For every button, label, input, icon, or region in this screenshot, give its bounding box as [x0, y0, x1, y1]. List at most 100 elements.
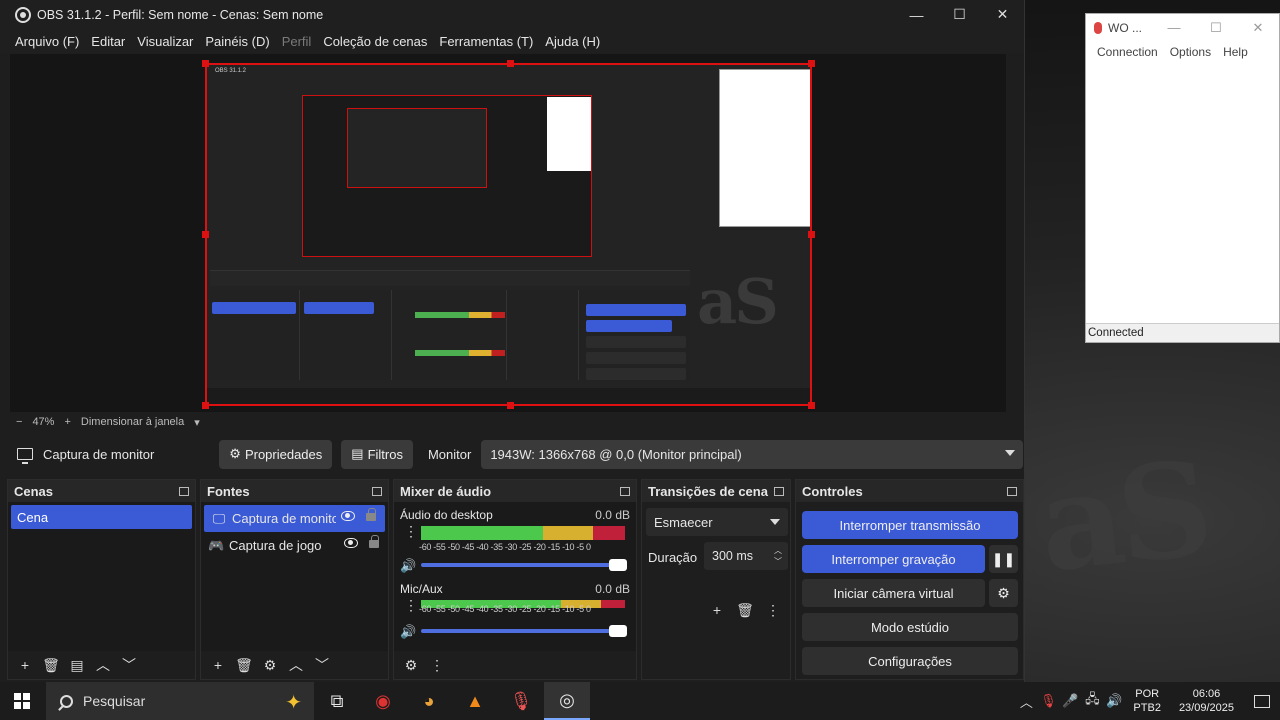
resize-handle[interactable]: [202, 60, 209, 67]
scene-item[interactable]: Cena: [11, 505, 192, 529]
language-indicator[interactable]: POR PTB2: [1133, 687, 1161, 715]
microphone-app-icon[interactable]: 🎙: [498, 682, 544, 720]
resize-handle[interactable]: [507, 60, 514, 67]
trash-icon[interactable]: 🗑: [233, 654, 255, 676]
lock-icon[interactable]: [369, 535, 379, 548]
filters-button[interactable]: ▤ Filtros: [341, 439, 413, 469]
maximize-button[interactable]: ☐: [938, 0, 981, 29]
menu-ajuda[interactable]: Ajuda (H): [539, 34, 606, 49]
speaker-icon[interactable]: 🔊: [1103, 693, 1125, 709]
menu-paineis[interactable]: Painéis (D): [199, 34, 275, 49]
stop-record-button[interactable]: Interromper gravação: [802, 545, 985, 573]
undock-icon[interactable]: [1007, 486, 1017, 496]
resize-handle[interactable]: [507, 402, 514, 409]
zoom-mode-select[interactable]: Dimensionar à janela: [81, 416, 184, 428]
trash-icon[interactable]: 🗑: [734, 599, 756, 621]
lock-icon[interactable]: [366, 508, 376, 521]
mixer-body: Áudio do desktop 0.0 dB ⋮ -60 -55 -50 -4…: [394, 502, 636, 651]
menu-arquivo[interactable]: Arquivo (F): [9, 34, 85, 49]
pause-icon[interactable]: ❚❚: [989, 545, 1018, 573]
move-down-icon[interactable]: ﹀: [118, 654, 140, 676]
clock[interactable]: 06:06 23/09/2025: [1179, 687, 1234, 715]
slider-handle[interactable]: [609, 559, 627, 571]
menu-connection[interactable]: Connection: [1091, 45, 1164, 59]
preview-source-selection[interactable]: OBS 31.1.2 aS: [202, 60, 815, 409]
eye-icon[interactable]: [341, 511, 355, 521]
menu-ferramentas[interactable]: Ferramentas (T): [433, 34, 539, 49]
controls-dock: Controles Interromper transmissão Interr…: [795, 479, 1024, 680]
minimize-button[interactable]: —: [895, 0, 938, 29]
resize-handle[interactable]: [808, 231, 815, 238]
volume-slider[interactable]: [421, 559, 627, 571]
filters-label: Filtros: [367, 446, 403, 462]
spin-arrows-icon[interactable]: ︿ ﹀: [774, 545, 782, 567]
move-down-icon[interactable]: ﹀: [311, 654, 333, 676]
resize-handle[interactable]: [808, 60, 815, 67]
close-button[interactable]: ✕: [1237, 20, 1279, 36]
mixer-title: Mixer de áudio: [400, 483, 492, 499]
trash-icon[interactable]: 🗑: [40, 654, 62, 676]
obs-taskbar-icon[interactable]: ◎: [544, 682, 590, 720]
zoom-out-button[interactable]: −: [16, 416, 22, 428]
add-icon[interactable]: +: [706, 599, 728, 621]
move-up-icon[interactable]: ︿: [92, 654, 114, 676]
more-options-icon[interactable]: ⋮: [404, 524, 418, 538]
resize-handle[interactable]: [202, 402, 209, 409]
start-virtual-camera-button[interactable]: Iniciar câmera virtual: [802, 579, 985, 607]
resize-handle[interactable]: [808, 402, 815, 409]
chrome-icon[interactable]: ◕: [406, 682, 452, 720]
transition-select[interactable]: Esmaecer: [646, 508, 788, 536]
add-icon[interactable]: +: [14, 654, 36, 676]
zoom-in-button[interactable]: +: [64, 416, 70, 428]
resize-handle[interactable]: [202, 231, 209, 238]
notification-icon[interactable]: [1244, 694, 1280, 708]
taskbar-search[interactable]: Pesquisar ✦: [46, 682, 314, 720]
slider-handle[interactable]: [609, 625, 627, 637]
microphone-icon[interactable]: 🎙: [1037, 693, 1059, 709]
chevron-down-icon[interactable]: ▾: [194, 416, 200, 429]
filter-icon[interactable]: ▤: [66, 654, 88, 676]
close-button[interactable]: ✕: [981, 0, 1024, 29]
volume-slider[interactable]: [421, 625, 627, 637]
orange-app-icon[interactable]: ▲: [452, 682, 498, 720]
more-options-icon[interactable]: ⋮: [762, 599, 784, 621]
settings-button[interactable]: Configurações: [802, 647, 1018, 675]
network-icon[interactable]: 🖧: [1081, 690, 1103, 712]
more-options-icon[interactable]: ⋮: [404, 598, 418, 612]
menu-colecao-cenas[interactable]: Coleção de cenas: [317, 34, 433, 49]
source-item-monitor[interactable]: 🖵 Captura de monitor: [204, 505, 385, 532]
studio-mode-button[interactable]: Modo estúdio: [802, 613, 1018, 641]
gear-icon[interactable]: ⚙: [989, 579, 1018, 607]
undock-icon[interactable]: [774, 486, 784, 496]
menu-editar[interactable]: Editar: [85, 34, 131, 49]
add-icon[interactable]: +: [207, 654, 229, 676]
undock-icon[interactable]: [372, 486, 382, 496]
menu-options[interactable]: Options: [1164, 45, 1217, 59]
menu-help[interactable]: Help: [1217, 45, 1254, 59]
transitions-body: Esmaecer Duração 300 ms ︿ ﹀ + 🗑 ⋮: [642, 502, 790, 679]
stop-stream-button[interactable]: Interromper transmissão: [802, 511, 1018, 539]
speaker-icon[interactable]: 🔊: [400, 624, 416, 640]
minimize-button[interactable]: —: [1153, 20, 1195, 36]
mic-icon[interactable]: 🎤: [1059, 693, 1081, 709]
eye-icon[interactable]: [344, 538, 358, 548]
more-options-icon[interactable]: ⋮: [426, 654, 448, 676]
menu-perfil[interactable]: Perfil: [276, 34, 318, 49]
speaker-icon[interactable]: 🔊: [400, 558, 416, 574]
chevron-up-icon[interactable]: ︿: [1015, 692, 1037, 711]
menu-visualizar[interactable]: Visualizar: [131, 34, 199, 49]
record-app-icon[interactable]: ◉: [360, 682, 406, 720]
move-up-icon[interactable]: ︿: [285, 654, 307, 676]
wallpaper-graffiti: aS: [1032, 431, 1214, 602]
properties-button[interactable]: ⚙ Propriedades: [219, 439, 333, 469]
duration-spinbox[interactable]: 300 ms ︿ ﹀: [704, 542, 788, 570]
mixer-settings-icon[interactable]: ⚙: [400, 654, 422, 676]
source-item-game[interactable]: 🎮 Captura de jogo: [201, 532, 388, 559]
windows-start-icon[interactable]: [14, 693, 30, 709]
gear-icon[interactable]: ⚙: [259, 654, 281, 676]
task-view-icon[interactable]: ⧉: [314, 682, 360, 720]
monitor-select[interactable]: 1943W: 1366x768 @ 0,0 (Monitor principal…: [481, 439, 1024, 469]
maximize-button[interactable]: ☐: [1195, 20, 1237, 36]
undock-icon[interactable]: [179, 486, 189, 496]
undock-icon[interactable]: [620, 486, 630, 496]
